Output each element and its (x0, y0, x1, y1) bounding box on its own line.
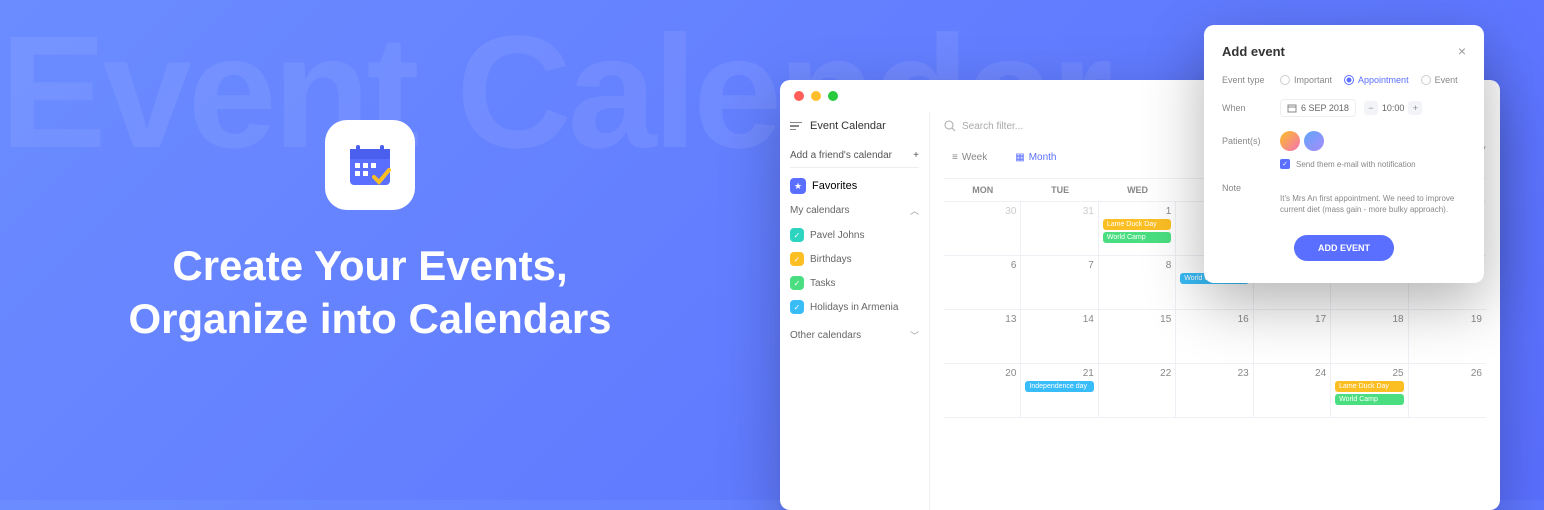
radio-event[interactable]: Event (1421, 75, 1458, 85)
time-plus-button[interactable]: + (1408, 101, 1422, 115)
radio-important[interactable]: Important (1280, 75, 1332, 85)
hero: Create Your Events,Organize into Calenda… (60, 120, 680, 345)
calendar-cell[interactable]: 30 (944, 202, 1021, 256)
calendar-cell[interactable]: 23 (1176, 364, 1253, 418)
note-text[interactable]: It's Mrs An first appointment. We need t… (1280, 193, 1466, 215)
app-title: Event Calendar (810, 120, 886, 132)
checkbox-icon: ✓ (1280, 159, 1290, 169)
calendar-cell[interactable]: 26 (1409, 364, 1486, 418)
sidebar-header: Event Calendar (790, 120, 919, 132)
time-minus-button[interactable]: − (1364, 101, 1378, 115)
date-input[interactable]: 6 SEP 2018 (1280, 99, 1356, 117)
calendar-cell[interactable]: 14 (1021, 310, 1098, 364)
calendar-cell[interactable]: 8 (1099, 256, 1176, 310)
section-my-calendars[interactable]: My calendars︿ (790, 204, 919, 217)
checkbox-icon: ✓ (790, 252, 804, 266)
chevron-down-icon: ﹀ (910, 329, 919, 342)
sidebar: Event Calendar Add a friend's calendar+ … (780, 112, 930, 510)
label-patients: Patient(s) (1222, 136, 1280, 146)
calendar-item[interactable]: ✓Birthdays (790, 247, 919, 271)
app-icon (325, 120, 415, 210)
star-icon: ★ (790, 178, 806, 194)
label-event-type: Event type (1222, 75, 1280, 85)
view-week-button[interactable]: ≡ Week (944, 148, 995, 167)
calendar-cell[interactable]: 13 (944, 310, 1021, 364)
calendar-cell[interactable]: 24 (1254, 364, 1331, 418)
day-header: MON (944, 179, 1021, 202)
radio-appointment[interactable]: Appointment (1344, 75, 1409, 85)
calendar-cell[interactable]: 18 (1331, 310, 1408, 364)
calendar-cell[interactable]: 19 (1409, 310, 1486, 364)
calendar-cell[interactable]: 17 (1254, 310, 1331, 364)
day-header: WED (1099, 179, 1176, 202)
calendar-cell[interactable]: 1Lame Duck DayWorld Camp (1099, 202, 1176, 256)
checkbox-icon: ✓ (790, 228, 804, 242)
add-event-modal: Add event × Event type Important Appoint… (1204, 25, 1484, 283)
calendar-cell[interactable]: 15 (1099, 310, 1176, 364)
menu-icon[interactable] (790, 122, 802, 131)
patient-avatars[interactable] (1280, 131, 1324, 151)
time-input[interactable]: − 10:00 + (1364, 101, 1423, 115)
chevron-up-icon: ︿ (910, 204, 919, 217)
email-notification-checkbox[interactable]: ✓ Send them e-mail with notification (1280, 159, 1466, 169)
avatar[interactable] (1280, 131, 1300, 151)
add-friend-calendar[interactable]: Add a friend's calendar+ (790, 144, 919, 168)
calendar-icon (1287, 103, 1297, 113)
calendar-cell[interactable]: 31 (1021, 202, 1098, 256)
event-chip[interactable]: World Camp (1335, 394, 1403, 405)
calendar-cell[interactable]: 16 (1176, 310, 1253, 364)
modal-title: Add event (1222, 44, 1285, 59)
calendar-cell[interactable]: 6 (944, 256, 1021, 310)
calendar-cell[interactable]: 25Lame Duck DayWorld Camp (1331, 364, 1408, 418)
search-icon (944, 120, 956, 132)
event-chip[interactable]: World Camp (1103, 232, 1171, 243)
label-note: Note (1222, 183, 1280, 193)
day-header: TUE (1021, 179, 1098, 202)
minimize-dot[interactable] (811, 91, 821, 101)
calendar-cell[interactable]: 21Independence day (1021, 364, 1098, 418)
view-month-button[interactable]: ▦ Month (1007, 148, 1064, 167)
sidebar-item-favorites[interactable]: ★ Favorites (790, 178, 919, 194)
calendar-cell[interactable]: 7 (1021, 256, 1098, 310)
calendar-icon (344, 139, 396, 191)
close-dot[interactable] (794, 91, 804, 101)
event-chip[interactable]: Independence day (1025, 381, 1093, 392)
calendar-item[interactable]: ✓Tasks (790, 271, 919, 295)
hero-title: Create Your Events,Organize into Calenda… (60, 240, 680, 345)
event-chip[interactable]: Lame Duck Day (1335, 381, 1403, 392)
section-other-calendars[interactable]: Other calendars﹀ (790, 329, 919, 342)
calendar-item[interactable]: ✓Holidays in Armenia (790, 295, 919, 319)
calendar-item[interactable]: ✓Pavel Johns (790, 223, 919, 247)
checkbox-icon: ✓ (790, 300, 804, 314)
maximize-dot[interactable] (828, 91, 838, 101)
avatar[interactable] (1304, 131, 1324, 151)
plus-icon: + (913, 150, 919, 161)
event-chip[interactable]: Lame Duck Day (1103, 219, 1171, 230)
calendar-cell[interactable]: 22 (1099, 364, 1176, 418)
calendar-cell[interactable]: 20 (944, 364, 1021, 418)
add-event-button[interactable]: ADD EVENT (1294, 235, 1394, 261)
close-icon[interactable]: × (1458, 43, 1466, 59)
checkbox-icon: ✓ (790, 276, 804, 290)
label-when: When (1222, 103, 1280, 113)
